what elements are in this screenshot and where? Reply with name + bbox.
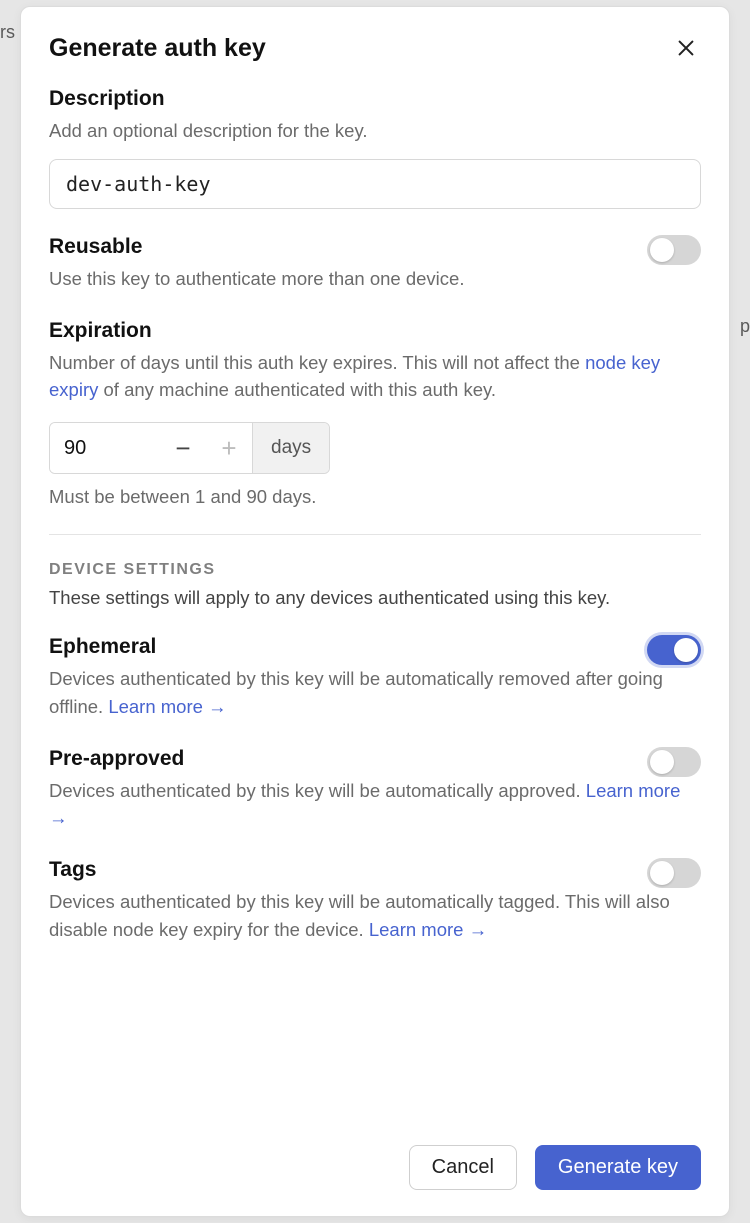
tags-section: Tags Devices authenticated by this key w… xyxy=(49,858,701,944)
ephemeral-section: Ephemeral Devices authenticated by this … xyxy=(49,635,701,721)
expiration-help: Number of days until this auth key expir… xyxy=(49,349,701,405)
expiration-value-input[interactable] xyxy=(50,423,160,473)
expiration-help-a: Number of days until this auth key expir… xyxy=(49,352,585,373)
expiration-hint: Must be between 1 and 90 days. xyxy=(49,486,701,508)
preapproved-toggle[interactable] xyxy=(647,747,701,777)
generate-key-button[interactable]: Generate key xyxy=(535,1145,701,1190)
tags-help: Devices authenticated by this key will b… xyxy=(49,888,701,944)
description-help: Add an optional description for the key. xyxy=(49,117,701,145)
close-button[interactable] xyxy=(671,33,701,63)
reusable-title: Reusable xyxy=(49,235,142,259)
expiration-decrement-button[interactable]: − xyxy=(160,423,206,473)
expiration-help-b: of any machine authenticated with this a… xyxy=(98,379,496,400)
device-settings-sub: These settings will apply to any devices… xyxy=(49,587,701,609)
expiration-title: Expiration xyxy=(49,319,701,343)
description-input[interactable] xyxy=(49,159,701,209)
ephemeral-toggle[interactable] xyxy=(647,635,701,665)
modal-footer: Cancel Generate key xyxy=(21,1127,729,1216)
device-settings-heading: DEVICE SETTINGS xyxy=(49,561,701,579)
reusable-help: Use this key to authenticate more than o… xyxy=(49,265,701,293)
expiration-increment-button[interactable]: + xyxy=(206,423,252,473)
tags-title: Tags xyxy=(49,858,96,882)
tags-toggle[interactable] xyxy=(647,858,701,888)
modal-title: Generate auth key xyxy=(49,34,266,63)
expiration-unit: days xyxy=(252,423,329,473)
preapproved-help: Devices authenticated by this key will b… xyxy=(49,777,701,833)
expiration-stepper: − + days xyxy=(49,422,330,474)
ephemeral-title: Ephemeral xyxy=(49,635,156,659)
tags-learn-more-link[interactable]: Learn more → xyxy=(369,919,487,940)
section-divider xyxy=(49,534,701,535)
generate-auth-key-modal: Generate auth key Description Add an opt… xyxy=(20,6,730,1217)
close-icon xyxy=(675,37,697,59)
description-title: Description xyxy=(49,87,701,111)
cancel-button[interactable]: Cancel xyxy=(409,1145,517,1190)
preapproved-help-text: Devices authenticated by this key will b… xyxy=(49,780,586,801)
description-section: Description Add an optional description … xyxy=(49,87,701,209)
modal-body: Generate auth key Description Add an opt… xyxy=(21,7,729,1127)
ephemeral-learn-more-link[interactable]: Learn more → xyxy=(108,696,226,717)
modal-header: Generate auth key xyxy=(49,33,701,63)
expiration-section: Expiration Number of days until this aut… xyxy=(49,319,701,509)
bg-fragment: rs xyxy=(0,22,15,43)
preapproved-section: Pre-approved Devices authenticated by th… xyxy=(49,747,701,833)
preapproved-title: Pre-approved xyxy=(49,747,184,771)
reusable-section: Reusable Use this key to authenticate mo… xyxy=(49,235,701,293)
bg-fragment: p xyxy=(740,316,750,337)
tags-help-text: Devices authenticated by this key will b… xyxy=(49,891,670,940)
ephemeral-help: Devices authenticated by this key will b… xyxy=(49,665,701,721)
reusable-toggle[interactable] xyxy=(647,235,701,265)
